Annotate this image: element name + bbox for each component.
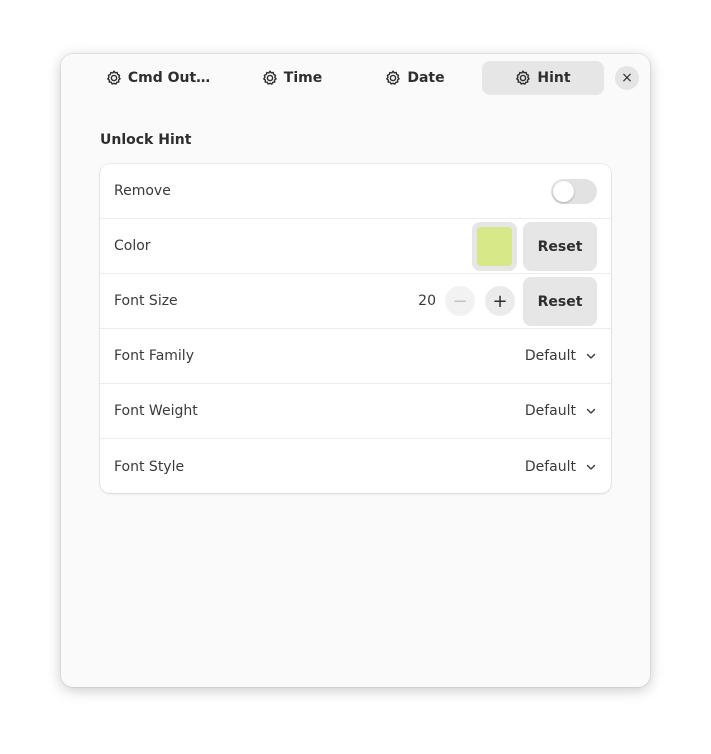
row-color: Color Reset [100, 219, 611, 274]
color-swatch [477, 227, 512, 266]
chevron-down-icon [585, 461, 597, 473]
tab-label: Hint [537, 70, 571, 86]
color-picker-button[interactable] [472, 222, 517, 271]
tab-bar: Cmd Out… Time Date Hint [61, 61, 650, 95]
dropdown-value: Default [524, 458, 576, 475]
section-title: Unlock Hint [100, 132, 192, 148]
close-button[interactable]: × [615, 66, 639, 90]
tab-date[interactable]: Date [355, 61, 475, 95]
gear-icon [515, 70, 531, 86]
gear-icon [106, 70, 122, 86]
font-weight-dropdown[interactable]: Default [525, 403, 597, 419]
color-reset-button[interactable]: Reset [523, 222, 597, 271]
close-icon: × [621, 70, 633, 86]
plus-icon: + [492, 290, 508, 312]
settings-list: Remove Color Reset Font Size 20 − + Rese… [100, 164, 611, 493]
dropdown-value: Default [524, 403, 576, 419]
row-label: Remove [114, 183, 171, 199]
row-font-size: Font Size 20 − + Reset [100, 274, 611, 329]
row-label: Font Style [114, 458, 185, 475]
tab-cmd-output[interactable]: Cmd Out… [98, 61, 218, 95]
tab-label: Cmd Out… [127, 70, 211, 86]
settings-window: Cmd Out… Time Date Hint × Unlock Hint Re… [61, 54, 650, 687]
font-size-value[interactable]: 20 [406, 293, 436, 309]
tab-time[interactable]: Time [232, 61, 352, 95]
tab-label: Time [283, 70, 323, 86]
toggle-knob [553, 181, 574, 202]
row-remove: Remove [100, 164, 611, 219]
row-label: Font Size [114, 293, 178, 309]
row-font-weight[interactable]: Font Weight Default [100, 384, 611, 439]
row-label: Font Weight [114, 403, 198, 419]
row-font-family[interactable]: Font Family Default [100, 329, 611, 384]
row-label: Font Family [114, 348, 194, 364]
minus-icon: − [452, 290, 468, 312]
font-size-reset-button[interactable]: Reset [523, 277, 597, 326]
gear-icon [385, 70, 401, 86]
font-style-dropdown[interactable]: Default [525, 459, 597, 475]
gear-icon [262, 70, 278, 86]
font-family-dropdown[interactable]: Default [525, 348, 597, 364]
tab-label: Date [407, 70, 445, 86]
tab-hint[interactable]: Hint [482, 61, 604, 95]
decrement-button[interactable]: − [445, 286, 475, 316]
chevron-down-icon [585, 405, 597, 417]
dropdown-value: Default [524, 348, 576, 364]
row-label: Color [114, 238, 151, 254]
row-font-style[interactable]: Font Style Default [100, 439, 611, 493]
increment-button[interactable]: + [485, 286, 515, 316]
chevron-down-icon [585, 350, 597, 362]
remove-toggle[interactable] [551, 179, 597, 204]
